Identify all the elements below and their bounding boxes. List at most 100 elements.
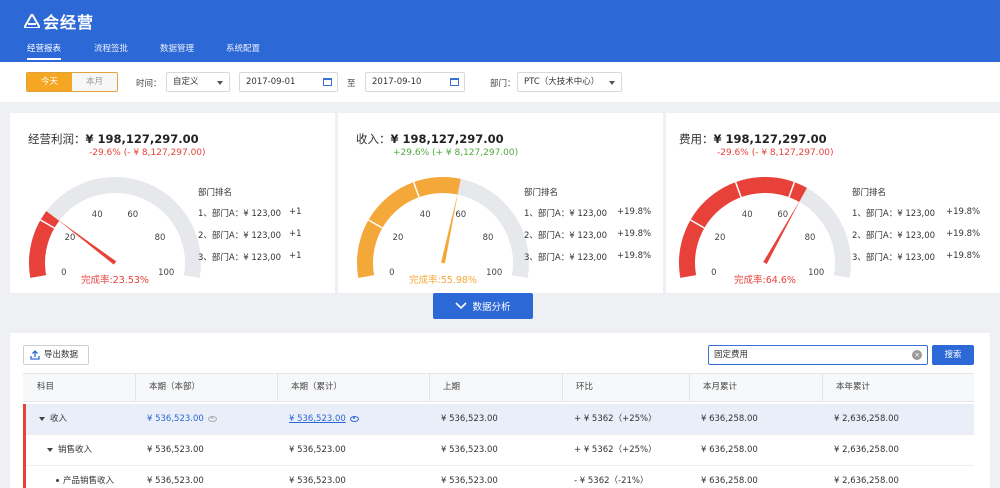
rank-item: 3、部门A：¥ 123,00 +19.8% <box>852 251 980 263</box>
row-current-total: ¥ 536,523.00 <box>289 445 346 455</box>
rank-item: 1、部门A：¥ 123,00 +19.8% <box>524 207 651 219</box>
row-current-dept[interactable]: ¥ 536,523.00 <box>147 404 217 434</box>
export-icon <box>30 350 40 360</box>
table-row[interactable]: 产品销售收入 ¥ 536,523.00 ¥ 536,523.00 ¥ 536,5… <box>23 466 974 488</box>
row-subject-label: 销售收入 <box>58 445 93 455</box>
income-card: 收入：¥ 198,127,297.00 +29.6% (+ ¥ 8,127,29… <box>338 113 663 293</box>
nav-item-approvals[interactable]: 流程签批 <box>94 42 128 54</box>
row-current-total: ¥ 536,523.00 <box>289 476 346 486</box>
profit-gauge: 0 20 40 60 80 100 完成率:23.53% <box>29 177 201 286</box>
rank-item: 1、部门A：¥ 123,00 +1 <box>198 207 302 219</box>
nav-item-reports[interactable]: 经营报表 <box>27 42 62 60</box>
export-data-label: 导出数据 <box>44 350 79 360</box>
app-logo[interactable]: 会经营 <box>24 9 94 33</box>
rank-change: +19.8% <box>946 251 981 261</box>
eye-icon[interactable] <box>349 415 359 422</box>
time-select[interactable]: 自定义 <box>166 72 230 92</box>
gauge-tick-label: 60 <box>127 210 138 220</box>
column-divider <box>689 374 690 401</box>
data-analysis-button[interactable]: 数据分析 <box>433 293 533 319</box>
table-row[interactable]: 收入 ¥ 536,523.00 ¥ 536,523.00 ¥ 536,523.0… <box>23 404 974 435</box>
eye-icon[interactable] <box>207 415 217 422</box>
date-to-input[interactable]: 2017-09-10 <box>365 72 465 92</box>
column-header-current-total[interactable]: 本期（累计） <box>291 374 342 401</box>
row-qoq: - ¥ 5362（-21%） <box>574 476 649 486</box>
column-divider <box>277 374 278 401</box>
rank-change: +19.8% <box>617 207 652 217</box>
search-input[interactable]: 固定费用 × <box>708 345 928 365</box>
rank-change: +1 <box>289 229 302 239</box>
row-qoq: + ¥ 5362（+25%） <box>574 414 657 424</box>
column-divider <box>822 374 823 401</box>
collapse-icon[interactable] <box>47 447 53 452</box>
calendar-icon[interactable] <box>450 78 459 86</box>
column-header-previous[interactable]: 上期 <box>443 374 460 401</box>
row-group-indicator <box>23 404 26 488</box>
row-subject-label: 产品销售收入 <box>63 476 115 486</box>
row-subject[interactable]: 收入 <box>39 404 67 434</box>
rank-name: 1、部门A：¥ 123,00 <box>852 209 936 219</box>
calendar-icon[interactable] <box>323 78 332 86</box>
nav-item-data-management[interactable]: 数据管理 <box>160 42 194 54</box>
gauge-tick-label: 20 <box>715 233 726 243</box>
rank-name: 3、部门A：¥ 123,00 <box>198 253 282 263</box>
card-amount: ¥ 198,127,297.00 <box>390 132 504 146</box>
date-to-value: 2017-09-10 <box>372 77 422 87</box>
card-delta: -29.6% (- ¥ 8,127,297.00) <box>89 148 206 158</box>
rank-name: 1、部门A：¥ 123,00 <box>198 209 282 219</box>
column-resize-handle[interactable] <box>135 374 136 401</box>
rank-name: 2、部门A：¥ 123,00 <box>524 231 608 241</box>
row-previous: ¥ 536,523.00 <box>441 414 498 424</box>
top-header: 会经营 经营报表 流程签批 数据管理 系统配置 <box>0 0 1000 62</box>
rank-item: 2、部门A：¥ 123,00 +1 <box>198 229 302 241</box>
completion-rate-text: 完成率:55.98% <box>409 274 477 286</box>
row-subject[interactable]: 产品销售收入 <box>56 466 114 488</box>
card-amount: ¥ 198,127,297.00 <box>713 132 827 146</box>
column-header-qoq[interactable]: 环比 <box>576 374 593 401</box>
gauge-tick-label: 80 <box>805 233 816 243</box>
row-current-total[interactable]: ¥ 536,523.00 <box>289 404 359 434</box>
rank-change: +19.8% <box>617 229 652 239</box>
bullet-icon <box>56 479 59 482</box>
gauge-tick-label: 60 <box>777 210 788 220</box>
export-data-button[interactable]: 导出数据 <box>23 345 89 365</box>
rank-change: +1 <box>289 207 302 217</box>
card-amount: ¥ 198,127,297.00 <box>85 132 199 146</box>
this-month-button[interactable]: 本月 <box>72 73 117 91</box>
column-header-subject[interactable]: 科目 <box>37 374 54 401</box>
rank-item: 2、部门A：¥ 123,00 +19.8% <box>852 229 980 241</box>
row-month-total: ¥ 636,258.00 <box>701 445 758 455</box>
rank-name: 2、部门A：¥ 123,00 <box>198 231 282 241</box>
today-button[interactable]: 今天 <box>27 73 72 91</box>
column-header-month-total[interactable]: 本月累计 <box>703 374 737 401</box>
row-current-dept-value: ¥ 536,523.00 <box>147 414 204 424</box>
gauge-tick-label: 0 <box>711 268 716 278</box>
nav-item-system-config[interactable]: 系统配置 <box>226 42 260 54</box>
rank-change: +19.8% <box>946 207 981 217</box>
dept-select[interactable]: PTC（大技术中心） <box>517 72 622 92</box>
table-header: 科目 本期（本部） 本期（累计） 上期 环比 本月累计 本年累计 <box>23 373 974 402</box>
card-title: 费用：¥ 198,127,297.00 <box>679 131 827 147</box>
table-row[interactable]: 销售收入 ¥ 536,523.00 ¥ 536,523.00 ¥ 536,523… <box>23 435 974 466</box>
search-input-value: 固定费用 <box>714 350 749 360</box>
app-name: 会经营 <box>43 13 95 32</box>
row-subject[interactable]: 销售收入 <box>47 435 92 465</box>
rank-item: 1、部门A：¥ 123,00 +19.8% <box>852 207 980 219</box>
chevron-down-icon <box>455 302 468 310</box>
column-header-current-dept[interactable]: 本期（本部） <box>149 374 200 401</box>
rank-name: 2、部门A：¥ 123,00 <box>852 231 936 241</box>
gauge-tick-label: 0 <box>389 268 394 278</box>
rank-item: 3、部门A：¥ 123,00 +19.8% <box>524 251 651 263</box>
expense-card: 费用：¥ 198,127,297.00 -29.6% (- ¥ 8,127,29… <box>666 113 1000 293</box>
clear-icon[interactable]: × <box>912 350 922 360</box>
collapse-icon[interactable] <box>39 416 45 421</box>
date-from-input[interactable]: 2017-09-01 <box>239 72 338 92</box>
row-current-total-link[interactable]: ¥ 536,523.00 <box>289 414 346 424</box>
column-header-year-total[interactable]: 本年累计 <box>836 374 870 401</box>
card-title: 收入：¥ 198,127,297.00 <box>356 131 504 147</box>
row-year-total: ¥ 2,636,258.00 <box>834 414 899 424</box>
column-divider <box>562 374 563 401</box>
search-button[interactable]: 搜索 <box>932 345 974 365</box>
gauge-tick-label: 100 <box>808 268 824 278</box>
card-delta: -29.6% (- ¥ 8,127,297.00) <box>717 148 834 158</box>
